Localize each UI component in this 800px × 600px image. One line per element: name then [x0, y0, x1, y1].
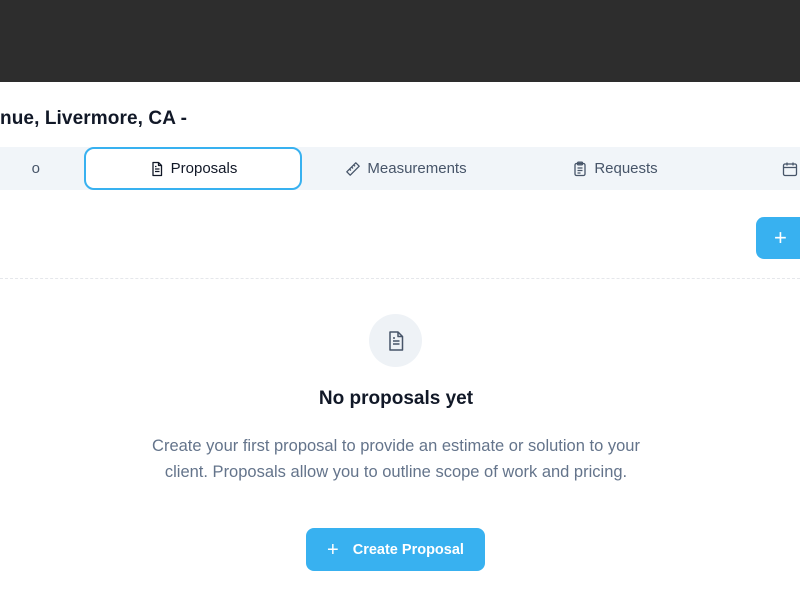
tab-bar: o Proposals Measurements Requests [0, 147, 800, 190]
ruler-icon [345, 161, 361, 177]
plus-icon: + [327, 538, 339, 561]
tab-info[interactable]: o [0, 147, 40, 190]
top-bar [0, 0, 800, 82]
calendar-icon [782, 161, 798, 177]
tab-measurements[interactable]: Measurements [306, 147, 506, 190]
empty-state-title: No proposals yet [318, 388, 474, 409]
add-proposal-button[interactable]: + [756, 217, 800, 259]
page-title: nue, Livermore, CA - [0, 108, 188, 129]
create-proposal-label: Create Proposal [352, 541, 464, 558]
tab-schedule[interactable] [782, 147, 800, 190]
clipboard-icon [572, 161, 588, 177]
document-icon [149, 161, 165, 177]
empty-state-document-icon [369, 314, 422, 367]
tab-requests[interactable]: Requests [520, 147, 710, 190]
tab-label: o [31, 160, 40, 177]
tab-label: Requests [594, 160, 658, 177]
tab-label: Proposals [170, 160, 238, 177]
empty-state-description: Create your first proposal to provide an… [152, 437, 640, 481]
plus-icon: + [774, 225, 787, 250]
tab-proposals[interactable]: Proposals [84, 147, 302, 190]
create-proposal-button[interactable]: + Create Proposal [306, 528, 485, 571]
divider [0, 278, 800, 279]
tab-label: Measurements [367, 160, 467, 177]
